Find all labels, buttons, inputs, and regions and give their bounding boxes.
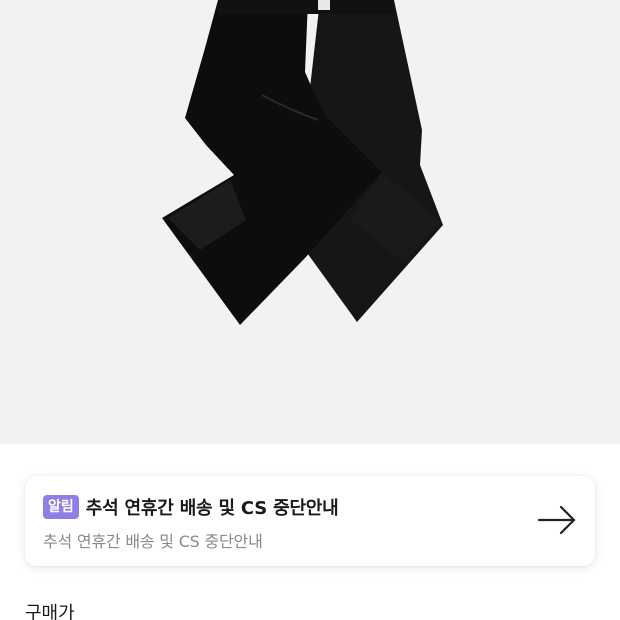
notice-subtitle: 추석 연휴간 배송 및 CS 중단안내 <box>43 532 263 551</box>
price-label: 구매가 <box>25 603 75 620</box>
arrow-right-icon[interactable] <box>537 505 577 535</box>
notice-badge: 알림 <box>43 495 79 519</box>
notice-title-row: 알림 추석 연휴간 배송 및 CS 중단안내 <box>43 494 339 520</box>
jeans-tag <box>318 0 330 10</box>
product-image[interactable] <box>0 0 620 444</box>
notice-banner[interactable]: 알림 추석 연휴간 배송 및 CS 중단안내 추석 연휴간 배송 및 CS 중단… <box>25 476 595 566</box>
product-detail-page: 알림 추석 연휴간 배송 및 CS 중단안내 추석 연휴간 배송 및 CS 중단… <box>0 0 620 620</box>
notice-title: 추석 연휴간 배송 및 CS 중단안내 <box>85 498 339 519</box>
black-jeans-photo <box>162 0 443 325</box>
jeans-waistband <box>218 0 394 14</box>
